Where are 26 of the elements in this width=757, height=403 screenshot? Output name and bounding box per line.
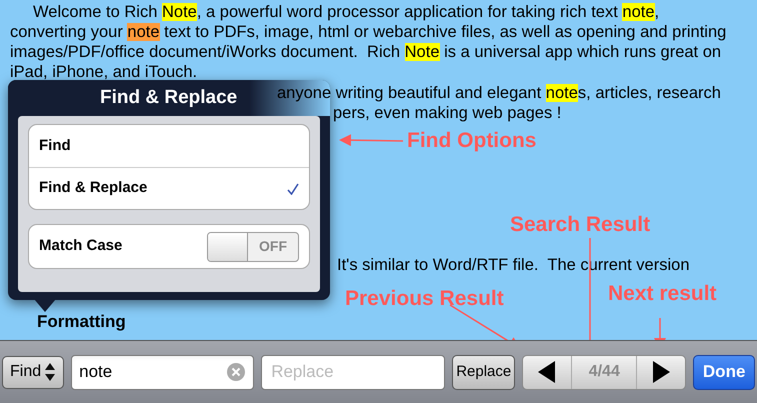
popover-title: Find & Replace xyxy=(100,86,238,110)
checkmark-icon xyxy=(287,182,299,194)
right-triangle-icon xyxy=(652,361,670,383)
match-case-label: Match Case xyxy=(39,236,122,256)
option-row[interactable]: Find & Replace xyxy=(29,167,309,209)
search-field[interactable]: note xyxy=(71,354,254,390)
mode-button[interactable]: Find xyxy=(2,356,64,388)
annotation-label: Previous Result xyxy=(345,286,504,312)
replace-button[interactable]: Replace xyxy=(452,354,516,390)
up-down-icon xyxy=(44,362,56,382)
left-triangle-icon xyxy=(538,361,556,383)
document-line: pers, even making web pages ! xyxy=(333,103,562,123)
document-line: images/PDF/office document/iWorks document. Rich Note is a universal app which runs great on xyxy=(10,42,722,62)
result-counter: 4/44 xyxy=(588,362,621,382)
done-button[interactable]: Done xyxy=(693,354,755,390)
annotation-label: Next result xyxy=(608,281,717,307)
document-heading: Formatting xyxy=(37,312,127,332)
document-line: converting your note text to PDFs, image, html or webarchive files, as well as opening and printing xyxy=(10,22,726,42)
document-line: Welcome to Rich Note, a powerful word processor application for taking rich text note, xyxy=(33,2,660,22)
document-line: anyone writing beautiful and elegant notes, articles, research xyxy=(277,83,721,103)
replace-field[interactable]: Replace xyxy=(261,354,446,390)
annotation-label: Search Result xyxy=(510,212,650,238)
annotation-label: Find Options xyxy=(407,128,536,154)
annotation-arrow xyxy=(339,134,404,146)
document-line: iPad, iPhone, and iTouch. xyxy=(10,62,198,82)
option-row[interactable]: Find xyxy=(29,125,309,167)
